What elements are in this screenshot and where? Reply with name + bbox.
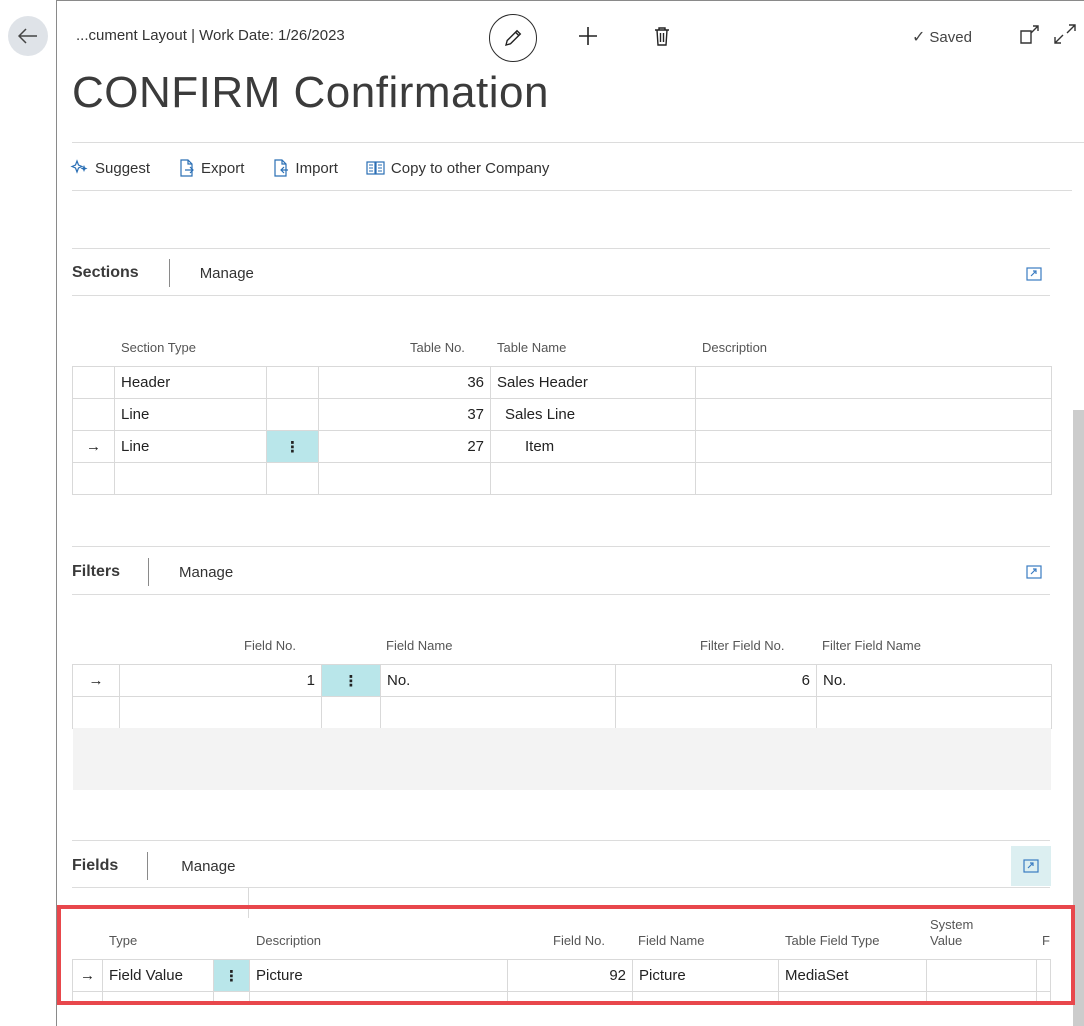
check-icon: ✓ [912, 29, 926, 46]
suggest-button[interactable]: Suggest [70, 159, 150, 177]
action-bar-divider [72, 190, 1072, 191]
sections-top-divider [72, 248, 1050, 249]
plus-icon [579, 27, 597, 45]
new-button[interactable] [574, 22, 602, 50]
description-cell[interactable] [695, 398, 1052, 431]
col-description[interactable]: Description [702, 340, 767, 355]
open-new-window-icon[interactable] [1018, 24, 1040, 46]
table-row-empty[interactable] [72, 696, 1052, 729]
col-field-no[interactable]: Field No. [244, 638, 296, 653]
filters-title-divider [148, 558, 150, 586]
col-filter-field-name[interactable]: Filter Field Name [822, 638, 921, 653]
section-type-cell[interactable]: Line [114, 398, 267, 431]
import-label: Import [295, 159, 338, 177]
suggest-label: Suggest [95, 159, 151, 177]
expand-icon[interactable] [1052, 22, 1078, 46]
fields-top-divider [72, 840, 1050, 841]
description-cell[interactable] [695, 366, 1052, 399]
fields-title-divider [147, 852, 149, 880]
filters-top-divider [72, 546, 1050, 547]
col-filter-field-no[interactable]: Filter Field No. [700, 638, 785, 653]
section-type-cell[interactable]: Line [114, 430, 267, 463]
import-button[interactable]: Import [272, 159, 338, 177]
expand-panel-icon [1026, 267, 1042, 281]
current-row-arrow-icon: → [72, 430, 115, 463]
table-no-cell[interactable]: 36 [318, 366, 491, 399]
edit-button[interactable] [489, 14, 537, 62]
fields-title: Fields [72, 857, 119, 874]
table-row-selected[interactable]: → Line ⋮ 27 Item [72, 430, 1052, 463]
filters-expand-button[interactable] [1014, 552, 1054, 592]
col-section-type[interactable]: Section Type [121, 340, 196, 355]
copy-to-company-button[interactable]: Copy to other Company [366, 160, 549, 177]
title-divider [72, 142, 1084, 143]
expand-panel-icon [1023, 859, 1039, 873]
sections-grid: Header 36 Sales Header Line 37 Sales Lin… [72, 366, 1052, 495]
fields-expand-button[interactable] [1011, 846, 1051, 886]
table-no-cell[interactable]: 37 [318, 398, 491, 431]
col-table-name[interactable]: Table Name [497, 340, 566, 355]
filters-title: Filters [72, 563, 121, 580]
filters-grid: → 1 ⋮ No. 6 No. [72, 664, 1052, 729]
saved-label: Saved [929, 28, 972, 46]
table-name-cell[interactable]: Sales Header [490, 366, 696, 399]
filters-header: Filters Manage [72, 557, 233, 587]
table-name-cell[interactable]: Item [490, 430, 696, 463]
row-indicator[interactable] [72, 366, 115, 399]
section-type-cell[interactable]: Header [114, 366, 267, 399]
delete-button[interactable] [650, 22, 674, 50]
saved-status: ✓ Saved [912, 27, 972, 47]
pencil-icon [505, 29, 522, 46]
fields-manage-button[interactable]: Manage [181, 858, 235, 875]
copy-to-company-label: Copy to other Company [390, 159, 550, 177]
fields-header-divider [72, 887, 1050, 888]
table-name-cell[interactable]: Sales Line [490, 398, 696, 431]
filters-manage-button[interactable]: Manage [179, 564, 233, 581]
export-icon [180, 159, 194, 177]
sections-title: Sections [72, 264, 139, 281]
sections-header-divider [72, 295, 1050, 296]
expand-panel-icon [1026, 565, 1042, 579]
filter-field-name-cell[interactable]: No. [816, 664, 1052, 697]
table-row[interactable]: Header 36 Sales Header [72, 366, 1052, 399]
sections-expand-button[interactable] [1014, 254, 1054, 294]
field-no-cell[interactable]: 1 [119, 664, 322, 697]
back-arrow-icon [18, 28, 37, 44]
sections-manage-button[interactable]: Manage [200, 265, 254, 282]
filter-field-no-cell[interactable]: 6 [615, 664, 817, 697]
sections-header: Sections Manage [72, 258, 254, 288]
sections-title-divider [168, 259, 170, 287]
row-actions-dots-icon[interactable]: ⋮ [321, 664, 381, 697]
row-indicator[interactable] [72, 398, 115, 431]
col-table-no[interactable]: Table No. [410, 340, 465, 355]
current-row-arrow-icon: → [72, 664, 120, 697]
page-title: CONFIRM Confirmation [72, 68, 549, 117]
table-no-cell[interactable]: 27 [318, 430, 491, 463]
action-bar: Suggest Export Import Copy to other Comp… [70, 154, 577, 182]
row-actions-dots-icon[interactable]: ⋮ [266, 430, 319, 463]
frame-top-border [56, 0, 1084, 1]
field-name-cell[interactable]: No. [380, 664, 616, 697]
filters-grid-empty-area [73, 728, 1051, 790]
frame-left-border [56, 0, 57, 1026]
col-field-name[interactable]: Field Name [386, 638, 452, 653]
copy-icon [366, 161, 385, 175]
filters-header-divider [72, 594, 1050, 595]
export-label: Export [201, 159, 245, 177]
export-button[interactable]: Export [178, 159, 244, 177]
table-row-empty[interactable] [72, 462, 1052, 495]
row-menu-cell[interactable] [266, 366, 319, 399]
description-cell[interactable] [695, 430, 1052, 463]
trash-icon [655, 27, 669, 46]
breadcrumb: ...cument Layout | Work Date: 1/26/2023 [76, 27, 345, 44]
table-row-selected[interactable]: → 1 ⋮ No. 6 No. [72, 664, 1052, 697]
sparkle-icon [70, 159, 88, 174]
row-menu-cell[interactable] [266, 398, 319, 431]
highlight-annotation-box [57, 905, 1075, 1005]
back-button[interactable] [8, 16, 48, 56]
fields-header: Fields Manage [72, 851, 235, 881]
table-row[interactable]: Line 37 Sales Line [72, 398, 1052, 431]
import-icon [274, 159, 289, 177]
